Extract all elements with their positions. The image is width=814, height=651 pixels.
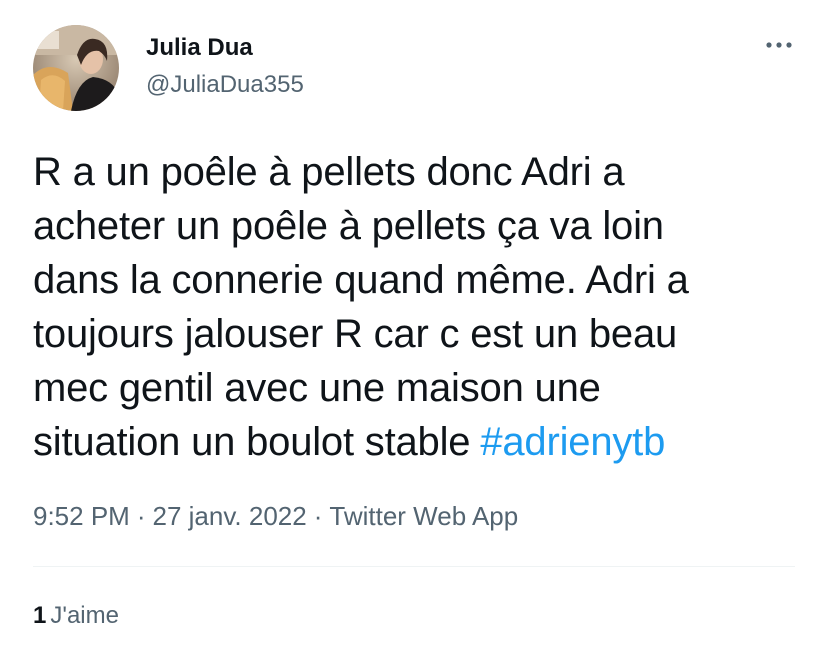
- tweet-text-line: acheter un poêle à pellets ça va loin: [33, 204, 664, 248]
- tweet-text-line: R a un poêle à pellets donc Adri a: [33, 150, 625, 194]
- divider: [33, 566, 795, 567]
- tweet-metadata: 9:52 PM · 27 janv. 2022 · Twitter Web App: [33, 500, 518, 532]
- more-horizontal-icon: [766, 42, 792, 48]
- meta-separator: ·: [136, 501, 146, 531]
- hashtag-link[interactable]: #adrienytb: [480, 420, 665, 464]
- tweet-text-line: dans la connerie quand même. Adri a: [33, 258, 689, 302]
- avatar-photo: [33, 25, 119, 111]
- tweet-text-line: situation un boulot stable: [33, 420, 471, 464]
- author-display-name[interactable]: Julia Dua: [146, 33, 253, 63]
- meta-separator: ·: [313, 501, 323, 531]
- tweet-text-line: mec gentil avec une maison une: [33, 366, 601, 410]
- tweet-text-last-line: situation un boulot stable #adrienytb: [33, 415, 793, 469]
- tweet-text: R a un poêle à pellets donc Adri a achet…: [33, 145, 793, 469]
- tweet-time[interactable]: 9:52 PM: [33, 501, 130, 531]
- tweet-date[interactable]: 27 janv. 2022: [153, 501, 307, 531]
- likes-stat[interactable]: 1 J'aime: [33, 601, 119, 631]
- tweet-text-line: toujours jalouser R car c est un beau: [33, 312, 678, 356]
- tweet-card: Julia Dua @JuliaDua355 R a un poêle à pe…: [0, 0, 814, 651]
- more-options-button[interactable]: [762, 30, 796, 60]
- tweet-source[interactable]: Twitter Web App: [329, 501, 518, 531]
- like-label: J'aime: [50, 602, 119, 629]
- like-count: 1: [33, 602, 47, 629]
- author-handle[interactable]: @JuliaDua355: [146, 70, 304, 100]
- avatar[interactable]: [33, 25, 119, 111]
